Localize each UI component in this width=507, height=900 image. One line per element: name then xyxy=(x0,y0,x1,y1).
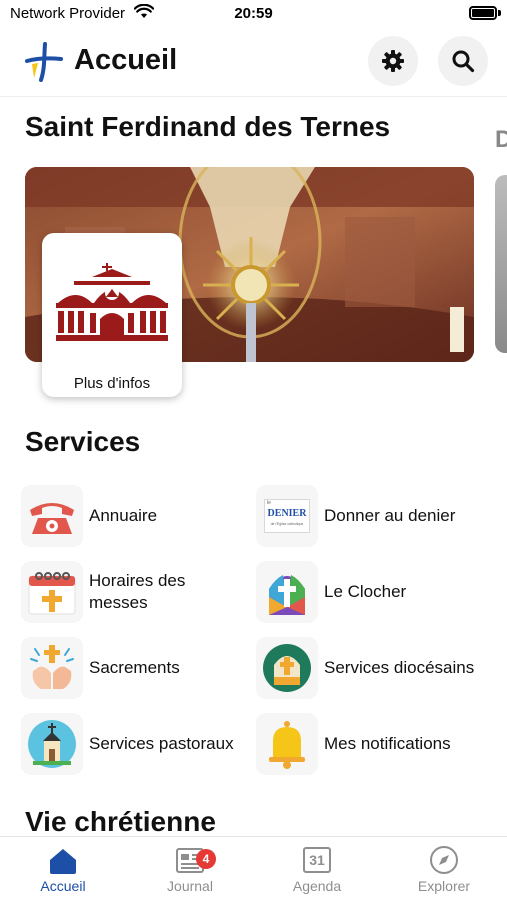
service-horaires[interactable]: Horaires des messes xyxy=(21,561,246,623)
tab-label: Accueil xyxy=(40,878,86,894)
stained-glass-cross-icon xyxy=(256,561,318,623)
battery-cap xyxy=(498,10,501,16)
service-label: Annuaire xyxy=(89,506,158,525)
tab-label: Explorer xyxy=(417,878,471,894)
tab-bar: Accueil Journal 4 31 Agenda Explorer xyxy=(0,836,507,900)
service-label: Services diocésains xyxy=(324,658,475,677)
service-clocher[interactable]: Le Clocher xyxy=(256,561,481,623)
service-pastoraux[interactable]: Services pastoraux xyxy=(21,713,246,775)
search-button[interactable] xyxy=(438,36,488,86)
denier-logo-subtext: de l'Église catholique xyxy=(270,522,304,526)
denier-logo: le DENIER de l'Église catholique xyxy=(264,499,310,533)
home-icon xyxy=(48,845,78,875)
app-logo-icon xyxy=(25,42,63,82)
service-label: Donner au denier xyxy=(324,506,456,525)
calendar-icon-frame: 31 xyxy=(303,847,331,873)
gear-icon xyxy=(382,50,404,72)
calendar-icon: 31 xyxy=(302,845,332,875)
praying-hands-icon xyxy=(21,637,83,699)
service-label: Le Clocher xyxy=(324,582,407,601)
service-label: Sacrements xyxy=(89,658,180,677)
info-card-label: Plus d'infos xyxy=(73,375,151,392)
tab-label: Agenda xyxy=(292,878,342,894)
mitre-icon xyxy=(256,637,318,699)
clock: 20:59 xyxy=(234,5,273,22)
vie-chretienne-section-title: Vie chrétienne xyxy=(25,806,216,837)
service-label: Horaires des messes xyxy=(89,571,186,612)
tab-accueil[interactable]: Accueil xyxy=(0,837,126,900)
parish-info-card[interactable]: Plus d'infos xyxy=(42,233,182,397)
service-notifications[interactable]: Mes notifications xyxy=(256,713,481,775)
tab-label: Journal xyxy=(167,878,213,894)
bell-icon xyxy=(256,713,318,775)
search-icon xyxy=(452,50,475,73)
status-bar: Network Provider 20:59 xyxy=(0,0,507,28)
header-divider xyxy=(0,96,507,97)
calendar-cross-icon xyxy=(21,561,83,623)
settings-button[interactable] xyxy=(368,36,418,86)
tab-explorer[interactable]: Explorer xyxy=(381,837,507,900)
compass-icon xyxy=(429,845,459,875)
chapel-icon xyxy=(21,713,83,775)
journal-badge: 4 xyxy=(196,849,216,869)
calendar-day: 31 xyxy=(309,852,325,868)
page-title: Accueil xyxy=(74,44,178,76)
service-denier[interactable]: le DENIER de l'Église catholique Donner … xyxy=(256,485,481,547)
service-annuaire[interactable]: Annuaire xyxy=(21,485,246,547)
parish-name: Saint Ferdinand des Ternes xyxy=(25,111,391,142)
service-diocesains[interactable]: Services diocésains xyxy=(256,637,481,699)
denier-logo-top: le xyxy=(267,500,271,506)
service-label: Mes notifications xyxy=(324,734,451,753)
next-parish-name-partial: D xyxy=(495,126,507,153)
church-facade-icon xyxy=(56,263,168,341)
next-parish-banner[interactable] xyxy=(495,175,507,353)
tab-agenda[interactable]: 31 Agenda xyxy=(254,837,380,900)
tab-journal[interactable]: Journal xyxy=(127,837,253,900)
denier-logo-text: DENIER xyxy=(267,508,307,519)
service-label: Services pastoraux xyxy=(89,734,234,753)
telephone-icon xyxy=(21,485,83,547)
denier-icon: le DENIER de l'Église catholique xyxy=(256,485,318,547)
service-sacrements[interactable]: Sacrements xyxy=(21,637,246,699)
services-section-title: Services xyxy=(25,426,141,457)
app-header: Accueil xyxy=(0,32,507,94)
battery-icon xyxy=(469,6,497,20)
